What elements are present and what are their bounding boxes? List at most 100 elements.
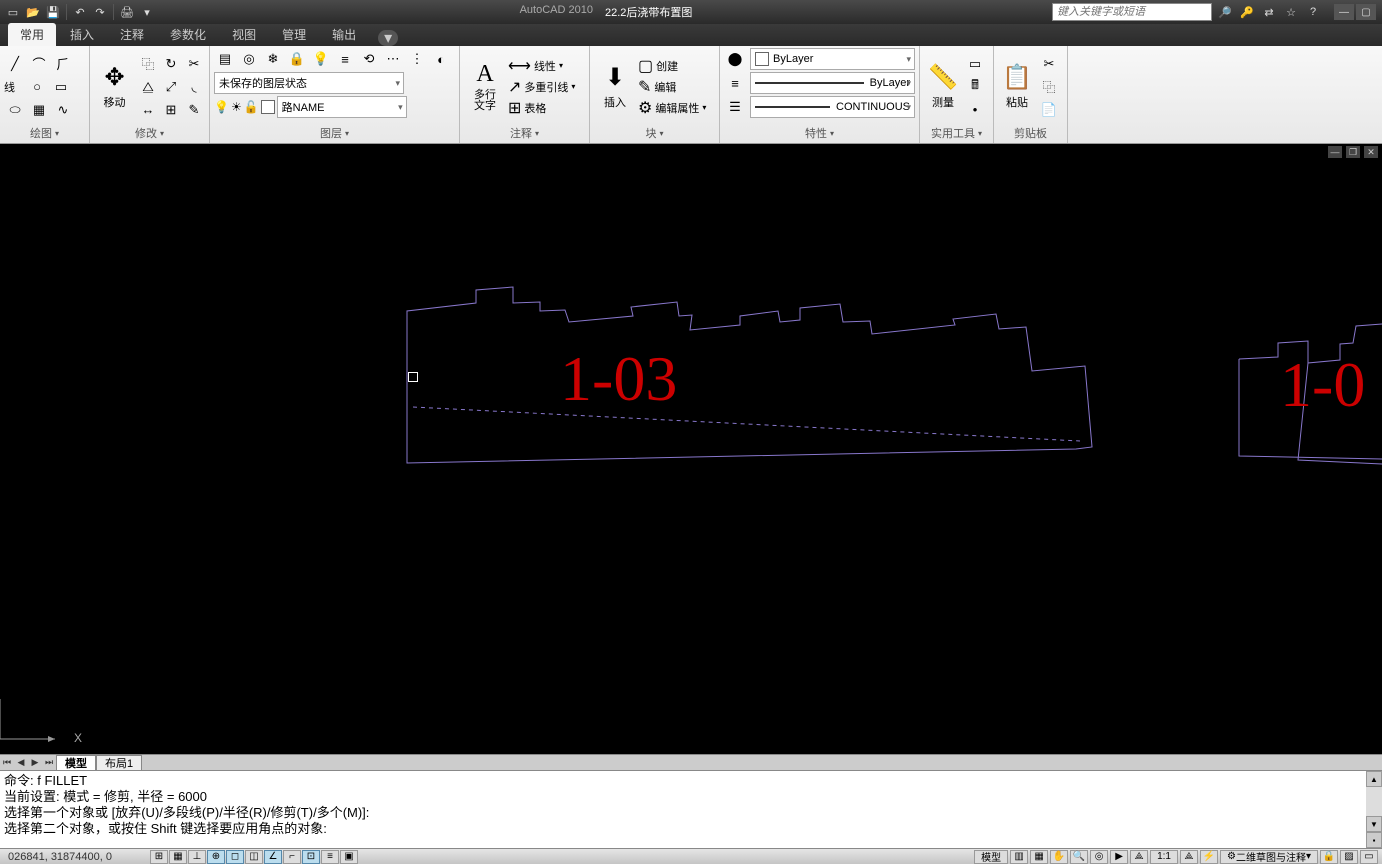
pan-icon[interactable]: ✋ bbox=[1050, 850, 1068, 864]
lineweight-icon[interactable]: ≡ bbox=[724, 72, 746, 94]
3dosnap-toggle[interactable]: ◫ bbox=[245, 850, 263, 864]
scroll-grip-icon[interactable]: ▪ bbox=[1366, 832, 1382, 848]
layout-first-icon[interactable]: ⏮ bbox=[0, 756, 14, 770]
layout-next-icon[interactable]: ▶ bbox=[28, 756, 42, 770]
table-button[interactable]: ⊞表格 bbox=[508, 98, 575, 118]
erase-icon[interactable]: ✎ bbox=[183, 99, 205, 121]
layer-more3-icon[interactable]: ◐ bbox=[430, 48, 452, 70]
linetype-combo[interactable]: CONTINUOUS bbox=[750, 96, 915, 118]
line-icon[interactable]: ╱ bbox=[4, 53, 26, 75]
help-search-input[interactable] bbox=[1052, 3, 1212, 21]
linear-dim-button[interactable]: ⟷线性▾ bbox=[508, 56, 575, 76]
arc-icon[interactable]: ⌒ bbox=[28, 53, 50, 75]
qcalc-icon[interactable]: 🖩 bbox=[964, 76, 986, 98]
fillet-icon[interactable]: ◟ bbox=[183, 76, 205, 98]
paste-button[interactable]: 📋 粘贴 bbox=[998, 54, 1036, 120]
layer-prev-icon[interactable]: ⟲ bbox=[358, 48, 380, 70]
otrack-toggle[interactable]: ∠ bbox=[264, 850, 282, 864]
help-icon[interactable]: ? bbox=[1304, 3, 1322, 21]
polar-toggle[interactable]: ⊕ bbox=[207, 850, 225, 864]
rectangle-icon[interactable]: ▭ bbox=[50, 76, 72, 98]
zoom-icon[interactable]: 🔍 bbox=[1070, 850, 1088, 864]
open-icon[interactable]: 📂 bbox=[24, 3, 42, 21]
move-button[interactable]: ✥ 移动 bbox=[94, 54, 135, 120]
model-tab[interactable]: 模型 bbox=[56, 755, 96, 770]
list-icon[interactable]: ☰ bbox=[724, 96, 746, 118]
spline-icon[interactable]: ∿ bbox=[52, 99, 74, 121]
tab-view[interactable]: 视图 bbox=[220, 23, 268, 46]
ducs-toggle[interactable]: ⌐ bbox=[283, 850, 301, 864]
qp-toggle[interactable]: ▣ bbox=[340, 850, 358, 864]
minimize-button[interactable]: — bbox=[1334, 4, 1354, 20]
layer-more2-icon[interactable]: ⋮ bbox=[406, 48, 428, 70]
showmotion-icon[interactable]: ▶ bbox=[1110, 850, 1128, 864]
hardware-accel-icon[interactable]: ▨ bbox=[1340, 850, 1358, 864]
ellipse-icon[interactable]: ⬭ bbox=[4, 99, 26, 121]
polyline-icon[interactable]: ⺁ bbox=[52, 53, 74, 75]
ortho-toggle[interactable]: ⊥ bbox=[188, 850, 206, 864]
scroll-down-icon[interactable]: ▼ bbox=[1366, 816, 1382, 832]
layer-match-icon[interactable]: ≡ bbox=[334, 48, 356, 70]
osnap-toggle[interactable]: ◻ bbox=[226, 850, 244, 864]
key-icon[interactable]: 🔑 bbox=[1238, 3, 1256, 21]
insert-button[interactable]: ⬇ 插入 bbox=[594, 54, 636, 120]
ann-auto-icon[interactable]: ⚡ bbox=[1200, 850, 1218, 864]
new-icon[interactable]: ▭ bbox=[4, 3, 22, 21]
qview-layouts-icon[interactable]: ▥ bbox=[1010, 850, 1028, 864]
layer-state-combo[interactable]: 未保存的图层状态 bbox=[214, 72, 404, 94]
rotate-icon[interactable]: ↻ bbox=[160, 53, 182, 75]
lineweight-combo[interactable]: ByLayer bbox=[750, 72, 915, 94]
exchange-icon[interactable]: ⇄ bbox=[1260, 3, 1278, 21]
layer-off-icon[interactable]: 💡 bbox=[310, 48, 332, 70]
layer-name-combo[interactable]: 路NAME bbox=[277, 96, 407, 118]
mtext-button[interactable]: A 多行 文字 bbox=[464, 54, 506, 120]
grid-toggle[interactable]: ▦ bbox=[169, 850, 187, 864]
edit-attr-button[interactable]: ⚙编辑属性▾ bbox=[638, 98, 706, 118]
command-window[interactable]: 命令: f FILLET 当前设置: 模式 = 修剪, 半径 = 6000 选择… bbox=[0, 770, 1382, 848]
favorite-icon[interactable]: ☆ bbox=[1282, 3, 1300, 21]
copy-icon[interactable]: ⿻ bbox=[137, 53, 159, 75]
ann-vis-icon[interactable]: ⟁ bbox=[1180, 850, 1198, 864]
layer-more1-icon[interactable]: ⋯ bbox=[382, 48, 404, 70]
workspace-switch[interactable]: ⚙二维草图与注释▾ bbox=[1220, 850, 1318, 864]
tab-home[interactable]: 常用 bbox=[8, 23, 56, 46]
tab-annotate[interactable]: 注释 bbox=[108, 23, 156, 46]
layer-freeze-icon[interactable]: ❄ bbox=[262, 48, 284, 70]
color-combo[interactable]: ByLayer bbox=[750, 48, 915, 70]
cut-icon[interactable]: ✂ bbox=[1038, 53, 1060, 75]
edit-block-button[interactable]: ✎编辑 bbox=[638, 77, 706, 97]
hatch-icon[interactable]: ▦ bbox=[28, 99, 50, 121]
model-space-button[interactable]: 模型 bbox=[974, 850, 1008, 864]
layer-isolate-icon[interactable]: ◎ bbox=[238, 48, 260, 70]
maximize-button[interactable]: ▢ bbox=[1356, 4, 1376, 20]
layer-prop-icon[interactable]: ▤ bbox=[214, 48, 236, 70]
layer-lock-icon[interactable]: 🔒 bbox=[286, 48, 308, 70]
mirror-icon[interactable]: ⧋ bbox=[137, 76, 159, 98]
qat-dropdown-icon[interactable]: ▾ bbox=[138, 3, 156, 21]
drawing-area[interactable]: — ❐ ✕ 1-03 1-0 X bbox=[0, 144, 1382, 754]
snap-toggle[interactable]: ⊞ bbox=[150, 850, 168, 864]
ann-scale-value[interactable]: 1:1 bbox=[1150, 850, 1178, 864]
match-prop-icon[interactable]: ⬤ bbox=[724, 48, 746, 70]
tab-manage[interactable]: 管理 bbox=[270, 23, 318, 46]
lwt-toggle[interactable]: ≡ bbox=[321, 850, 339, 864]
copy-clip-icon[interactable]: ⿻ bbox=[1038, 76, 1060, 98]
paste-special-icon[interactable]: 📄 bbox=[1038, 99, 1060, 121]
coordinates[interactable]: 026841, 31874400, 0 bbox=[0, 851, 150, 863]
cmd-scrollbar[interactable]: ▲ ▼ ▪ bbox=[1366, 771, 1382, 848]
binoculars-icon[interactable]: 🔎 bbox=[1216, 3, 1234, 21]
ribbon-extra-button[interactable]: ▾ bbox=[378, 30, 398, 46]
create-block-button[interactable]: ▢创建 bbox=[638, 56, 706, 76]
measure-button[interactable]: 📏 测量 bbox=[924, 54, 962, 120]
ann-scale-icon[interactable]: ⟁ bbox=[1130, 850, 1148, 864]
mleader-button[interactable]: ↗多重引线▾ bbox=[508, 77, 575, 97]
print-icon[interactable]: 🖨 bbox=[118, 3, 136, 21]
tab-output[interactable]: 输出 bbox=[320, 23, 368, 46]
point-icon[interactable]: • bbox=[964, 99, 986, 121]
clean-screen-icon[interactable]: ▭ bbox=[1360, 850, 1378, 864]
circle-icon[interactable]: ○ bbox=[26, 76, 48, 98]
layout-last-icon[interactable]: ⏭ bbox=[42, 756, 56, 770]
dyn-toggle[interactable]: ⊡ bbox=[302, 850, 320, 864]
steering-icon[interactable]: ◎ bbox=[1090, 850, 1108, 864]
tab-insert[interactable]: 插入 bbox=[58, 23, 106, 46]
